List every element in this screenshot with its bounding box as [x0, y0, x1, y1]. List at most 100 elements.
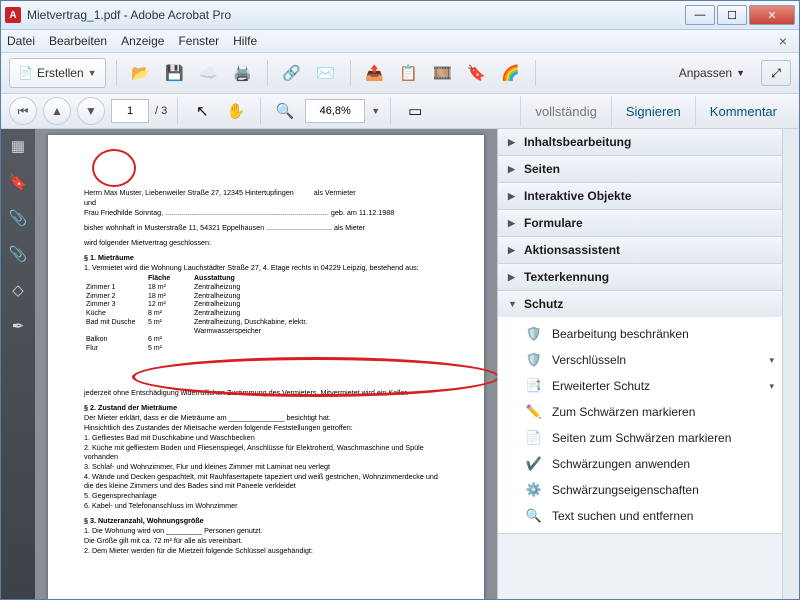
menu-datei[interactable]: Datei — [7, 34, 35, 48]
clip-icon[interactable]: 📎 — [9, 245, 27, 263]
tool-icon: ✏️ — [526, 404, 542, 420]
menu-close-doc[interactable]: × — [773, 33, 793, 49]
layers-icon[interactable]: ◇ — [9, 281, 27, 299]
accordion-interaktive-objekte[interactable]: ▶Interaktive Objekte — [498, 183, 782, 209]
hand-tool[interactable]: ✋ — [222, 97, 250, 125]
form-button[interactable]: 📋 — [395, 59, 423, 87]
triangle-right-icon: ▶ — [508, 164, 516, 175]
schutz-item[interactable]: 📄Seiten zum Schwärzen markieren — [498, 425, 782, 451]
fullscreen-icon: ⤢ — [771, 66, 781, 81]
pdf-page: Herrn Max Muster, Liebenweiler Straße 27… — [48, 135, 484, 599]
accordion-seiten[interactable]: ▶Seiten — [498, 156, 782, 182]
page-total: / 3 — [155, 105, 167, 117]
left-rail: ▦ 🔖 📎 📎 ◇ ✒ — [1, 129, 35, 599]
accordion-aktionsassistent[interactable]: ▶Aktionsassistent — [498, 237, 782, 263]
triangle-right-icon: ▶ — [508, 272, 516, 283]
fullscreen-button[interactable]: ⤢ — [761, 60, 791, 86]
open-button[interactable]: 📂 — [127, 59, 155, 87]
accordion-schutz[interactable]: ▼Schutz — [498, 291, 782, 317]
folder-icon: 📂 — [131, 64, 150, 82]
hand-icon: ✋ — [227, 102, 246, 120]
cloud-icon: ☁️ — [199, 64, 218, 82]
cloud-button[interactable]: ☁️ — [195, 59, 223, 87]
schutz-item[interactable]: ⚙️ Schwärzungseigenschaften — [498, 477, 782, 503]
toolbar-main: 📄 Erstellen ▼ 📂 💾 ☁️ 🖨️ 🔗 ✉️ 📤 📋 🎞️ 🔖 🌈 … — [1, 53, 799, 94]
form-icon: 📋 — [399, 64, 418, 82]
export-button[interactable]: 📤 — [361, 59, 389, 87]
schutz-item-label: Text suchen und entfernen — [552, 509, 693, 523]
print-icon: 🖨️ — [233, 64, 252, 82]
schutz-item-label: Verschlüsseln — [552, 353, 626, 367]
export-icon: 📤 — [365, 64, 384, 82]
attachments-rail-icon[interactable]: 📎 — [9, 209, 27, 227]
app-icon: A — [5, 7, 21, 23]
color-button[interactable]: 🌈 — [497, 59, 525, 87]
accordion-inhaltsbearbeitung[interactable]: ▶Inhaltsbearbeitung — [498, 129, 782, 155]
create-button[interactable]: 📄 Erstellen ▼ — [9, 58, 106, 88]
bookmarks-icon[interactable]: 🔖 — [9, 173, 27, 191]
tool-icon: 🛡️ — [526, 352, 542, 368]
document-area[interactable]: Herrn Max Muster, Liebenweiler Straße 27… — [35, 129, 497, 599]
schutz-item[interactable]: ✔️Schwärzungen anwenden — [498, 451, 782, 477]
customize-label: Anpassen — [679, 66, 732, 80]
menu-fenster[interactable]: Fenster — [178, 34, 219, 48]
tool-icon: 📑 — [526, 378, 542, 394]
schutz-item[interactable]: 🛡️Bearbeitung beschränken — [498, 321, 782, 347]
stamp-button[interactable]: 🔖 — [463, 59, 491, 87]
customize-button[interactable]: Anpassen ▼ — [679, 66, 745, 80]
signatures-icon[interactable]: ✒ — [9, 317, 27, 335]
schutz-item[interactable]: 🛡️ Verschlüsseln ▾ — [498, 347, 782, 373]
window-title: Mietvertrag_1.pdf - Adobe Acrobat Pro — [27, 8, 685, 22]
thumbnails-icon[interactable]: ▦ — [9, 137, 27, 155]
page-number-input[interactable] — [111, 99, 149, 123]
fit-button[interactable]: ▭ — [401, 97, 429, 125]
menu-hilfe[interactable]: Hilfe — [233, 34, 257, 48]
zoom-input[interactable] — [305, 99, 365, 123]
tools-panel: ▶Inhaltsbearbeitung ▶Seiten ▶Interaktive… — [497, 129, 782, 599]
share-button[interactable]: 🔗 — [278, 59, 306, 87]
mail-icon: ✉️ — [316, 64, 335, 82]
chevron-down-icon[interactable]: ▼ — [371, 106, 380, 116]
menu-anzeige[interactable]: Anzeige — [121, 34, 164, 48]
scrollbar[interactable] — [782, 129, 799, 599]
tool-icon: ⚙️ — [526, 482, 542, 498]
select-tool[interactable]: ↖ — [188, 97, 216, 125]
chevron-down-icon: ▾ — [769, 355, 774, 366]
accordion-texterkennung[interactable]: ▶Texterkennung — [498, 264, 782, 290]
triangle-right-icon: ▶ — [508, 245, 516, 256]
schutz-item-label: Schwärzungseigenschaften — [552, 483, 699, 497]
save-icon: 💾 — [165, 64, 184, 82]
multimedia-icon: 🎞️ — [433, 64, 452, 82]
create-label: Erstellen — [37, 66, 84, 80]
tab-kommentar[interactable]: Kommentar — [695, 96, 791, 126]
tab-signieren[interactable]: Signieren — [611, 96, 695, 126]
save-button[interactable]: 💾 — [161, 59, 189, 87]
page-first-button[interactable]: ⏮ — [9, 97, 37, 125]
schutz-item[interactable]: 🔍 Text suchen und entfernen — [498, 503, 782, 529]
print-button[interactable]: 🖨️ — [229, 59, 257, 87]
page-down-button[interactable]: ▼ — [77, 97, 105, 125]
triangle-right-icon: ▶ — [508, 191, 516, 202]
maximize-button[interactable]: ☐ — [717, 5, 747, 25]
triangle-right-icon: ▶ — [508, 218, 516, 229]
tool-icon: 🛡️ — [526, 326, 542, 342]
close-button[interactable]: ✕ — [749, 5, 795, 25]
chevron-down-icon: ▼ — [736, 68, 745, 78]
schutz-item[interactable]: 📑Erweiterter Schutz▾ — [498, 373, 782, 399]
multimedia-button[interactable]: 🎞️ — [429, 59, 457, 87]
page-up-button[interactable]: ▲ — [43, 97, 71, 125]
tool-icon: 📄 — [526, 430, 542, 446]
tool-icon: 🔍 — [526, 508, 542, 524]
schutz-item[interactable]: ✏️Zum Schwärzen markieren — [498, 399, 782, 425]
annotation-circle — [92, 149, 136, 187]
triangle-right-icon: ▶ — [508, 137, 516, 148]
zoom-tool[interactable]: 🔍 — [271, 97, 299, 125]
chevron-down-icon: ▾ — [769, 381, 774, 392]
menu-bearbeiten[interactable]: Bearbeiten — [49, 34, 107, 48]
fit-icon: ▭ — [408, 102, 422, 120]
accordion-formulare[interactable]: ▶Formulare — [498, 210, 782, 236]
email-button[interactable]: ✉️ — [312, 59, 340, 87]
tab-vollstaendig[interactable]: vollständig — [520, 96, 610, 126]
minimize-button[interactable]: — — [685, 5, 715, 25]
create-pdf-icon: 📄 — [18, 66, 33, 80]
